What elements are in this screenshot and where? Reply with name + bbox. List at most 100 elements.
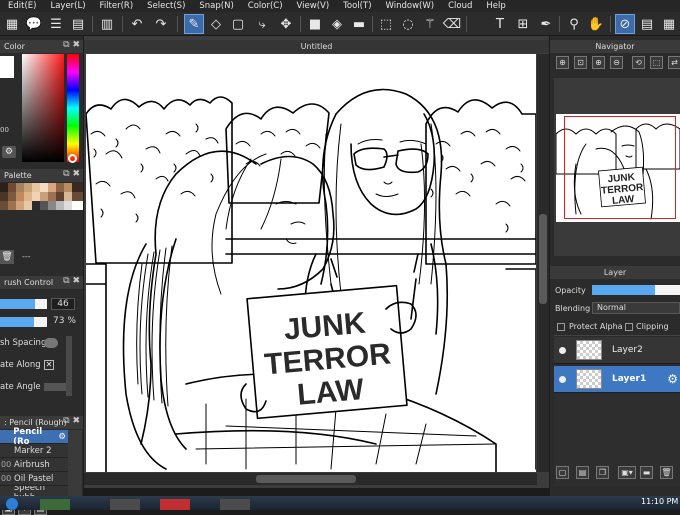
- snap-grid-icon[interactable]: ▦: [659, 14, 679, 34]
- palette-panel-title: Palette: [4, 171, 32, 180]
- rotate-reset-icon[interactable]: ⟲: [632, 56, 645, 69]
- visibility-eye-icon[interactable]: [559, 347, 566, 354]
- delete-layer-icon[interactable]: 🗑: [660, 466, 673, 479]
- menu-layer[interactable]: Layer(L): [42, 1, 91, 11]
- start-button-icon[interactable]: [6, 498, 18, 510]
- select-eraser-icon[interactable]: ⌫: [442, 14, 462, 34]
- new-layer-icon[interactable]: ▢: [556, 466, 569, 479]
- undo-icon[interactable]: ↶: [127, 14, 147, 34]
- eraser-icon[interactable]: ◇: [206, 14, 226, 34]
- brush-control-scrollbar[interactable]: [66, 336, 72, 396]
- vertical-scroll-thumb[interactable]: [539, 214, 547, 304]
- layer-row-layer2[interactable]: Layer2: [554, 337, 680, 364]
- rotate-angle-slider[interactable]: [44, 383, 68, 391]
- protect-alpha-checkbox[interactable]: [557, 323, 565, 331]
- text-icon[interactable]: T: [490, 14, 510, 34]
- pen-icon[interactable]: ✒: [536, 14, 556, 34]
- panel-close-icon[interactable]: ⧉ ✖: [63, 40, 80, 50]
- zoom-fit-icon[interactable]: ⊡: [574, 56, 587, 69]
- gradient-icon[interactable]: ▬: [349, 14, 369, 34]
- panel-close-icon[interactable]: ⧉ ✖: [63, 416, 80, 426]
- layer-list-icon[interactable]: ▥: [97, 14, 117, 34]
- zoom-out-icon[interactable]: ⊖: [610, 56, 623, 69]
- taskbar-app-icon[interactable]: [110, 499, 140, 510]
- lasso-icon[interactable]: ⤷: [252, 14, 272, 34]
- folder-icon[interactable]: ▬: [640, 466, 653, 479]
- layer-move-icon[interactable]: ⊞: [513, 14, 533, 34]
- color-settings-icon[interactable]: ⚙: [2, 146, 16, 158]
- menu-snap[interactable]: Snap(N): [191, 1, 239, 11]
- list2-icon[interactable]: ▤: [68, 14, 88, 34]
- list-icon[interactable]: ☰: [46, 14, 66, 34]
- layer-row-layer1[interactable]: Layer1 ⚙: [554, 366, 680, 393]
- snap-parallel-icon[interactable]: ▤: [637, 14, 657, 34]
- menu-select[interactable]: Select(S): [139, 1, 191, 11]
- zoom-plus-icon[interactable]: ⊕: [592, 56, 605, 69]
- visibility-eye-icon[interactable]: [559, 376, 566, 383]
- grid-icon[interactable]: ▦: [2, 14, 22, 34]
- menu-color[interactable]: Color(C): [240, 1, 289, 11]
- new-halftone-layer-icon[interactable]: ▤: [576, 466, 589, 479]
- palette-swatches[interactable]: [0, 183, 83, 211]
- clipping-label: Clipping: [636, 322, 669, 331]
- palette-delete-icon[interactable]: 🗑: [0, 250, 14, 264]
- horizontal-scroll-thumb[interactable]: [256, 475, 356, 483]
- taskbar-app-icon[interactable]: [40, 499, 70, 510]
- eyedropper-icon[interactable]: ⚲: [564, 14, 584, 34]
- menu-filter[interactable]: Filter(R): [92, 1, 140, 11]
- copy-layer-icon[interactable]: ❐: [596, 466, 609, 479]
- brush-item[interactable]: 00 Oil Pastel: [0, 472, 68, 486]
- canvas-horizontal-scrollbar[interactable]: [84, 473, 537, 485]
- flip-icon[interactable]: ⇄: [668, 56, 680, 69]
- brush-size-value[interactable]: 46: [51, 298, 75, 310]
- color-saturation-picker[interactable]: [22, 54, 64, 162]
- hue-handle[interactable]: [68, 154, 77, 163]
- menu-tool[interactable]: Tool(T): [335, 1, 377, 11]
- menu-edit[interactable]: Edit(E): [0, 1, 42, 11]
- bucket-icon[interactable]: ◈: [327, 14, 347, 34]
- clipping-checkbox[interactable]: [625, 323, 633, 331]
- fit-window-icon[interactable]: ⬚: [650, 56, 663, 69]
- menu-window[interactable]: Window(W): [378, 1, 441, 11]
- rect-select-icon[interactable]: ▢: [228, 14, 248, 34]
- snap-off-icon[interactable]: ⊘: [615, 14, 635, 34]
- brush-spacing-toggle[interactable]: [44, 338, 58, 348]
- select-rect-icon[interactable]: ⬚: [376, 14, 396, 34]
- layer-opacity-slider[interactable]: [592, 285, 680, 295]
- brush-icon[interactable]: ✎: [184, 14, 204, 34]
- fill-rect-icon[interactable]: ■: [305, 14, 325, 34]
- comment-icon[interactable]: 💬: [24, 14, 44, 34]
- panel-close-icon[interactable]: ⧉ ✖: [63, 276, 80, 286]
- redo-icon[interactable]: ↷: [151, 14, 171, 34]
- magic-wand-icon[interactable]: ⚚: [420, 14, 440, 34]
- panel-close-icon[interactable]: ⧉ ✖: [63, 169, 80, 179]
- canvas-vertical-scrollbar[interactable]: [537, 54, 549, 472]
- zoom-in-icon[interactable]: ⊕: [556, 56, 569, 69]
- brush-item[interactable]: Pencil (Ro ⚙: [0, 427, 68, 447]
- hue-slider[interactable]: [67, 54, 79, 162]
- current-color-swatch[interactable]: [0, 56, 14, 78]
- blending-select[interactable]: Normal: [592, 302, 680, 314]
- brush-item[interactable]: 00 Airbrush: [0, 458, 68, 472]
- navigator-preview[interactable]: JUNK TERROR LAW: [554, 78, 680, 256]
- select-lasso-icon[interactable]: ◌: [398, 14, 418, 34]
- brush-size-slider[interactable]: [0, 298, 50, 310]
- taskbar-app-icon[interactable]: [220, 499, 250, 510]
- right-panel-column: Navigator ⊕ ⊡ ⊕ ⊖ ⟲ ⬚ ⇄ JUNK TERROR LAW: [550, 36, 680, 510]
- menu-help[interactable]: Help: [478, 1, 511, 11]
- brush-settings-icon[interactable]: ⚙: [58, 432, 68, 442]
- menu-cloud[interactable]: Cloud: [440, 1, 478, 11]
- drawing-canvas[interactable]: JUNK TERROR LAW: [86, 54, 536, 472]
- hand-icon[interactable]: ✋: [586, 14, 606, 34]
- brush-item[interactable]: Marker 2: [0, 444, 68, 458]
- menu-view[interactable]: View(V): [289, 1, 336, 11]
- layer-settings-gear-icon[interactable]: ⚙: [667, 372, 678, 386]
- move-icon[interactable]: ✥: [276, 14, 296, 34]
- brush-list-scrollbar[interactable]: [68, 430, 82, 500]
- brush-opacity-slider[interactable]: [0, 316, 50, 328]
- rotate-along-checkbox[interactable]: ✕: [44, 360, 54, 370]
- canvas-tab-title[interactable]: Untitled: [84, 40, 549, 53]
- add-layer-menu-icon[interactable]: ▣▾: [618, 466, 636, 479]
- navigator-viewport-rect[interactable]: [564, 116, 676, 219]
- taskbar-app-icon[interactable]: [160, 499, 190, 510]
